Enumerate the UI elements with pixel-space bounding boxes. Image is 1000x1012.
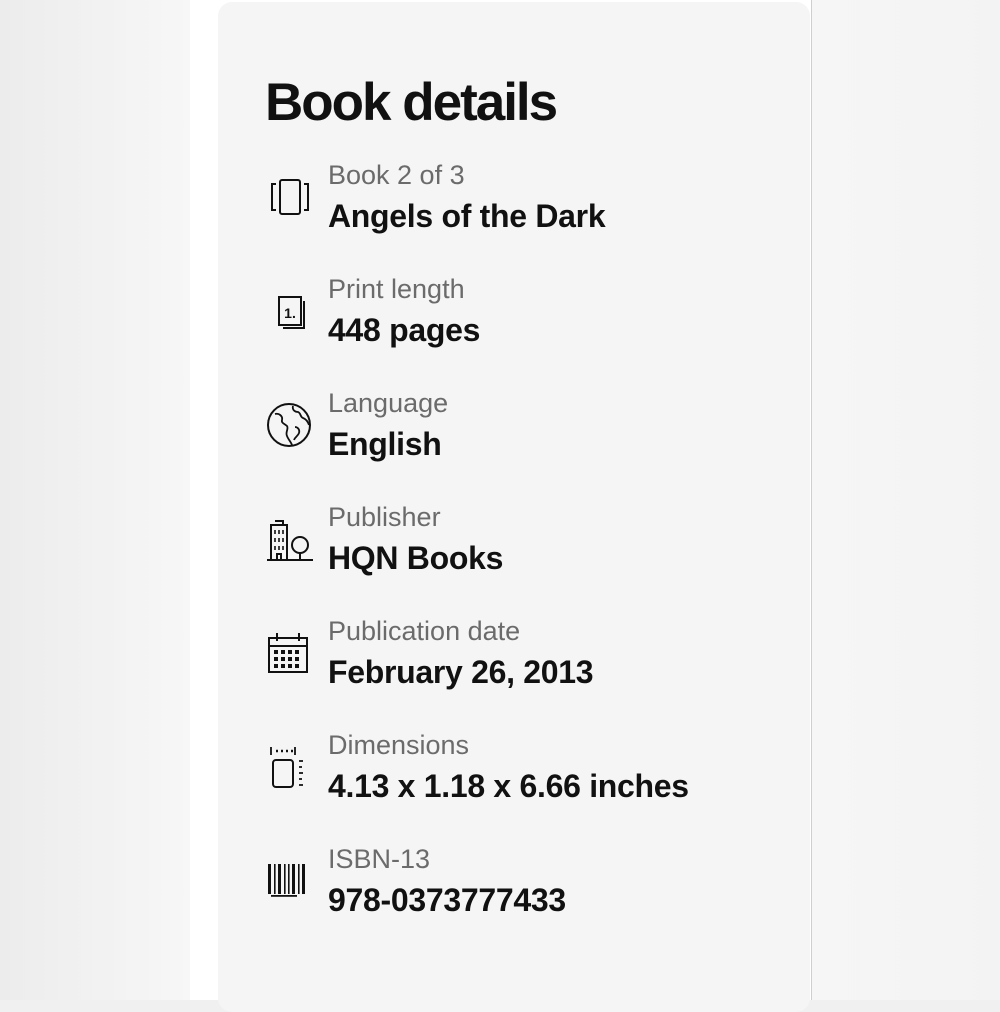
detail-row-dimensions: Dimensions 4.13 x 1.18 x 6.66 inches xyxy=(265,730,785,810)
detail-value: 448 pages xyxy=(328,312,481,348)
detail-value[interactable]: HQN Books xyxy=(328,538,503,578)
detail-row-print-length: 1. Print length 448 pages xyxy=(265,274,785,354)
barcode-icon xyxy=(265,857,315,907)
globe-icon xyxy=(265,401,315,451)
detail-label: Publication date xyxy=(328,616,521,646)
detail-value: 978-0373777433 xyxy=(328,882,566,918)
detail-row-publisher: Publisher HQN Books xyxy=(265,502,785,582)
detail-label: Book 2 of 3 xyxy=(328,160,465,190)
detail-label: ISBN-13 xyxy=(328,844,431,874)
detail-label: Dimensions xyxy=(328,730,470,760)
detail-row-series[interactable]: Book 2 of 3 Angels of the Dark xyxy=(265,160,785,240)
content-column: Book details Book 2 of 3 Angels of the D… xyxy=(190,0,812,1012)
detail-value: English xyxy=(328,426,442,462)
detail-value: February 26, 2013 xyxy=(328,654,594,690)
building-tree-icon xyxy=(265,515,315,565)
detail-value[interactable]: Angels of the Dark xyxy=(328,196,606,236)
detail-row-language: Language English xyxy=(265,388,785,468)
print-length-icon: 1. xyxy=(265,287,315,337)
detail-row-publication-date: Publication date February 26, 2013 xyxy=(265,616,785,696)
detail-label: Publisher xyxy=(328,502,441,532)
detail-row-isbn: ISBN-13 978-0373777433 xyxy=(265,844,785,924)
detail-value: 4.13 x 1.18 x 6.66 inches xyxy=(328,768,689,804)
book-series-icon xyxy=(265,173,315,223)
dimensions-icon xyxy=(265,743,315,793)
detail-label: Language xyxy=(328,388,449,418)
card-title: Book details xyxy=(265,73,558,132)
detail-label: Print length xyxy=(328,274,465,304)
book-details-card: Book details Book 2 of 3 Angels of the D… xyxy=(218,2,810,1012)
calendar-icon xyxy=(265,629,315,679)
svg-text:1.: 1. xyxy=(284,305,296,321)
